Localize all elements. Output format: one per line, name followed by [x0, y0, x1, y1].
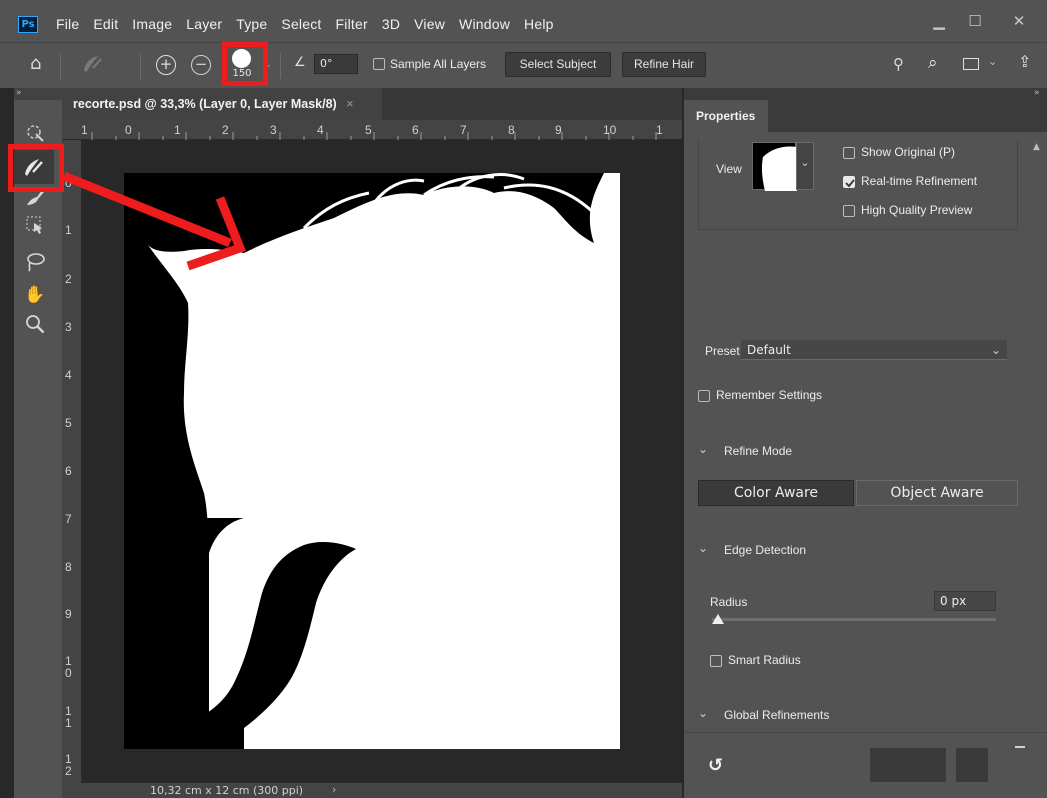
annotation-arrow — [62, 171, 246, 271]
